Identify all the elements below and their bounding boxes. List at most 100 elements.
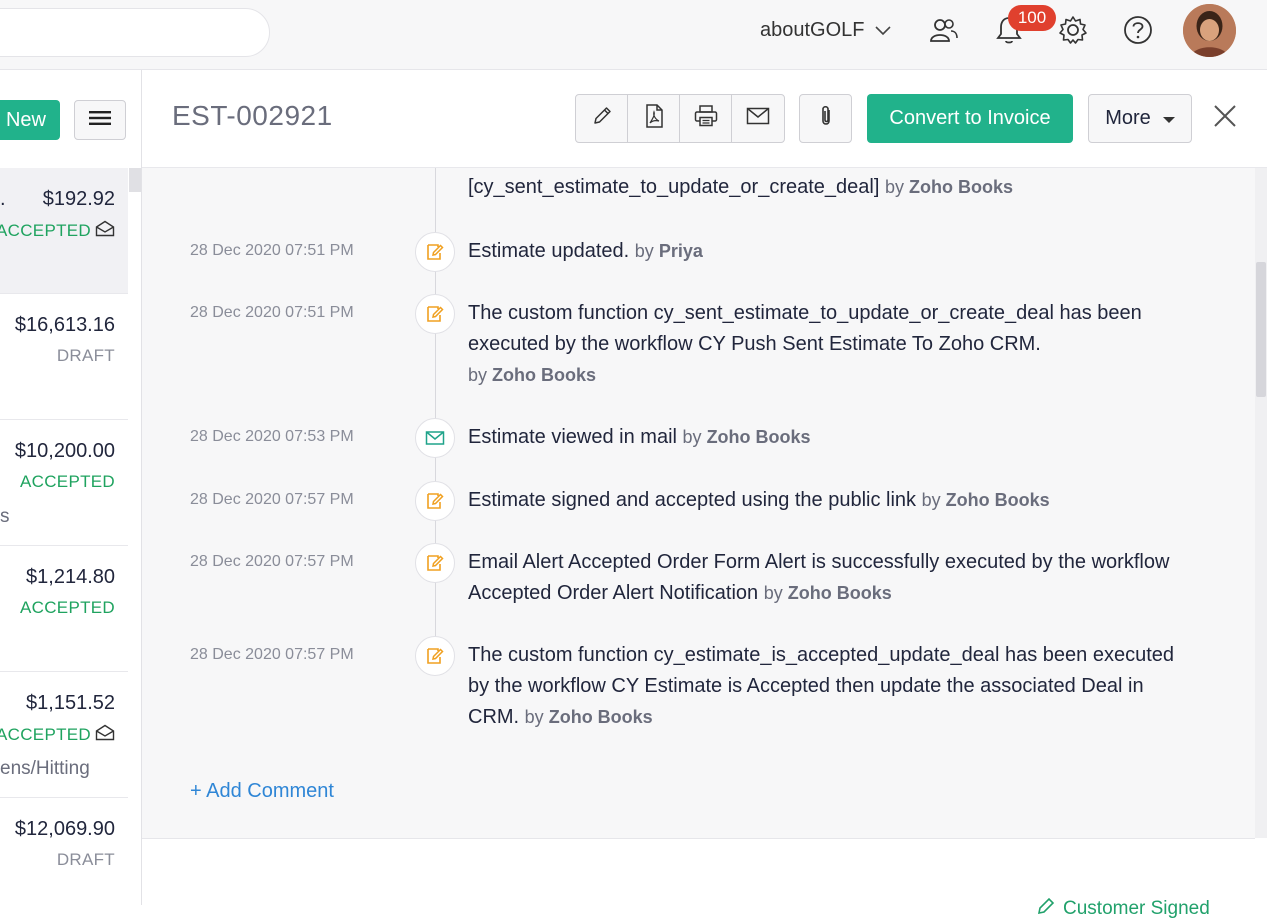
history-author-name: Zoho Books [787, 583, 892, 603]
customer-signed-label: Customer Signed [1037, 897, 1210, 921]
convert-to-invoice-button[interactable]: Convert to Invoice [867, 94, 1073, 143]
history-author: by Zoho Books [525, 707, 653, 727]
list-item[interactable]: $10,200.00 ACCEPTED s [0, 420, 128, 546]
history-author: by Priya [635, 241, 703, 261]
pdf-button[interactable] [628, 95, 680, 142]
list-item[interactable]: . $192.92 ACCEPTED [0, 168, 128, 294]
close-button[interactable] [1210, 103, 1240, 133]
print-button[interactable] [680, 95, 732, 142]
print-icon [694, 105, 718, 132]
history-author-name: Zoho Books [548, 707, 653, 727]
new-button[interactable]: New [0, 100, 60, 140]
history-description: [cy_sent_estimate_to_update_or_create_de… [468, 176, 880, 198]
list-item-amount: $1,214.80 [26, 566, 115, 588]
estimate-preview-area: Customer Signed [142, 838, 1255, 919]
estimate-list: New . $192.92 ACCEPTED $16,613.16 DRAFT $10,2… [0, 70, 142, 905]
status-text: ACCEPTED [20, 472, 115, 491]
list-item-amount: $192.92 [42, 188, 115, 210]
detail-scrollbar-thumb[interactable] [1256, 262, 1266, 397]
list-item-amount: $10,200.00 [14, 440, 115, 462]
list-item[interactable]: $16,613.16 DRAFT [0, 294, 128, 420]
history-text: Estimate viewed in mail by Zoho Books [468, 422, 1188, 453]
caret-down-icon [1162, 107, 1175, 130]
history-timestamp: 28 Dec 2020 07:57 PM [190, 553, 354, 570]
mail-opened-icon [95, 220, 115, 242]
mail-opened-icon [95, 724, 115, 746]
close-icon [1213, 104, 1237, 133]
status-badge: ACCEPTED [0, 724, 115, 746]
org-name: aboutGOLF [760, 19, 865, 41]
history-author-name: Zoho Books [706, 427, 811, 447]
list-scrollbar[interactable] [129, 168, 141, 192]
avatar[interactable] [1183, 4, 1236, 57]
status-text: DRAFT [56, 850, 115, 869]
action-icon-group [575, 94, 785, 143]
list-item-prefix: . [0, 188, 6, 210]
status-badge: ACCEPTED [20, 598, 115, 618]
status-text: ACCEPTED [20, 598, 115, 617]
search-input[interactable] [0, 8, 270, 57]
help-icon[interactable] [1122, 14, 1154, 46]
mail-icon [415, 418, 455, 458]
history-text: The custom function cy_estimate_is_accep… [468, 640, 1188, 733]
org-switcher[interactable]: aboutGOLF [760, 19, 891, 42]
list-item[interactable]: $1,214.80 ACCEPTED [0, 546, 128, 672]
add-comment-link[interactable]: + Add Comment [190, 780, 334, 803]
attach-button[interactable] [799, 94, 852, 143]
page-title: EST-002921 [172, 100, 333, 131]
estimate-detail: EST-002921 Convert to Invoice More [cy_s… [142, 70, 1267, 919]
more-button[interactable]: More [1088, 94, 1192, 143]
history-author-name: Priya [658, 241, 703, 261]
history-author-name: Zoho Books [492, 365, 597, 385]
list-item[interactable]: $1,151.52 ACCEPTED ens/Hitting [0, 672, 128, 798]
history-author-name: Zoho Books [945, 490, 1050, 510]
history-by-prefix: by [763, 583, 783, 603]
customer-signed-text: Customer Signed [1063, 898, 1210, 919]
history-by-prefix: by [884, 177, 904, 197]
edit-note-icon [415, 294, 455, 334]
activity-history: [cy_sent_estimate_to_update_or_create_de… [142, 168, 1255, 838]
gear-icon[interactable] [1057, 14, 1089, 46]
history-timestamp: 28 Dec 2020 07:53 PM [190, 428, 354, 445]
status-text: DRAFT [56, 346, 115, 365]
new-button-label: New [5, 108, 46, 131]
list-item-amount: $1,151.52 [26, 692, 115, 714]
history-author-name: Zoho Books [909, 177, 1013, 197]
status-badge: ACCEPTED [0, 220, 115, 242]
list-item-amount: $16,613.16 [14, 314, 115, 336]
email-button[interactable] [732, 95, 784, 142]
list-item[interactable]: $12,069.90 DRAFT [0, 798, 128, 905]
history-text: The custom function cy_sent_estimate_to_… [468, 298, 1188, 391]
history-author: by Zoho Books [468, 360, 1188, 391]
mail-icon [746, 107, 770, 130]
edit-note-icon [415, 481, 455, 521]
edit-note-icon [415, 636, 455, 676]
list-menu-button[interactable] [74, 100, 126, 140]
status-text: ACCEPTED [0, 725, 91, 744]
list-item-subtext: ens/Hitting [0, 758, 90, 779]
paperclip-icon [818, 104, 834, 133]
history-by-prefix: by [682, 427, 702, 447]
edit-note-icon [415, 543, 455, 583]
history-text: Estimate signed and accepted using the p… [468, 485, 1188, 516]
history-text: Estimate updated. by Priya [468, 236, 1188, 267]
top-bar: aboutGOLF 100 [0, 0, 1267, 70]
history-by-prefix: by [634, 241, 654, 261]
history-by-prefix: by [921, 490, 941, 510]
edit-button[interactable] [576, 95, 628, 142]
status-text: ACCEPTED [0, 221, 91, 240]
status-badge: DRAFT [57, 346, 115, 366]
detail-header: EST-002921 Convert to Invoice More [142, 70, 1267, 168]
chevron-down-icon [874, 19, 891, 42]
history-text: Email Alert Accepted Order Form Alert is… [468, 547, 1188, 609]
history-timestamp: 28 Dec 2020 07:57 PM [190, 646, 354, 663]
more-button-label: More [1105, 107, 1151, 129]
history-author: by Zoho Books [764, 583, 892, 603]
users-icon[interactable] [928, 14, 960, 46]
history-timestamp: 28 Dec 2020 07:51 PM [190, 242, 354, 259]
history-description: Estimate updated. [468, 240, 630, 262]
history-timestamp: 28 Dec 2020 07:51 PM [190, 304, 354, 321]
hamburger-icon [89, 110, 111, 131]
history-by-prefix: by [524, 707, 544, 727]
history-by-prefix: by [468, 365, 488, 385]
